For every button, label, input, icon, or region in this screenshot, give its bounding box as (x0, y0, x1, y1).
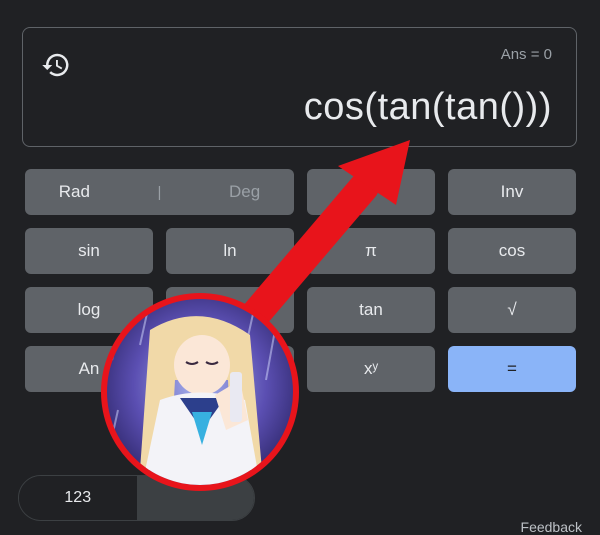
keypad-toggle[interactable]: 123 (18, 475, 255, 521)
factorial-button[interactable] (307, 169, 435, 215)
sqrt-button[interactable]: √ (448, 287, 576, 333)
ans-readout: Ans = 0 (500, 46, 552, 63)
cos-button[interactable]: cos (448, 228, 576, 274)
deg-button[interactable]: Deg (229, 182, 260, 202)
numpad-tab[interactable]: 123 (19, 476, 137, 520)
history-icon[interactable] (41, 50, 71, 80)
log-button[interactable]: log (25, 287, 153, 333)
ln-button[interactable]: ln (166, 228, 294, 274)
pi-button[interactable]: π (307, 228, 435, 274)
tan-button[interactable]: tan (307, 287, 435, 333)
advanced-tab[interactable] (136, 476, 254, 520)
expression-text[interactable]: cos(tan(tan())) (304, 86, 552, 129)
power-button[interactable]: xʸ (307, 346, 435, 392)
sin-button[interactable]: sin (25, 228, 153, 274)
ans-button[interactable]: An (25, 346, 153, 392)
rad-button[interactable]: Rad (59, 182, 90, 202)
rad-deg-separator: | (157, 183, 162, 201)
inv-button[interactable]: Inv (448, 169, 576, 215)
rad-deg-toggle[interactable]: Rad | Deg (25, 169, 294, 215)
hidden-key-button[interactable] (166, 287, 294, 333)
feedback-link[interactable]: Feedback (521, 519, 582, 535)
calculator-display: Ans = 0 cos(tan(tan())) (22, 27, 577, 147)
exp-button[interactable] (166, 346, 294, 392)
equals-button[interactable]: = (448, 346, 576, 392)
